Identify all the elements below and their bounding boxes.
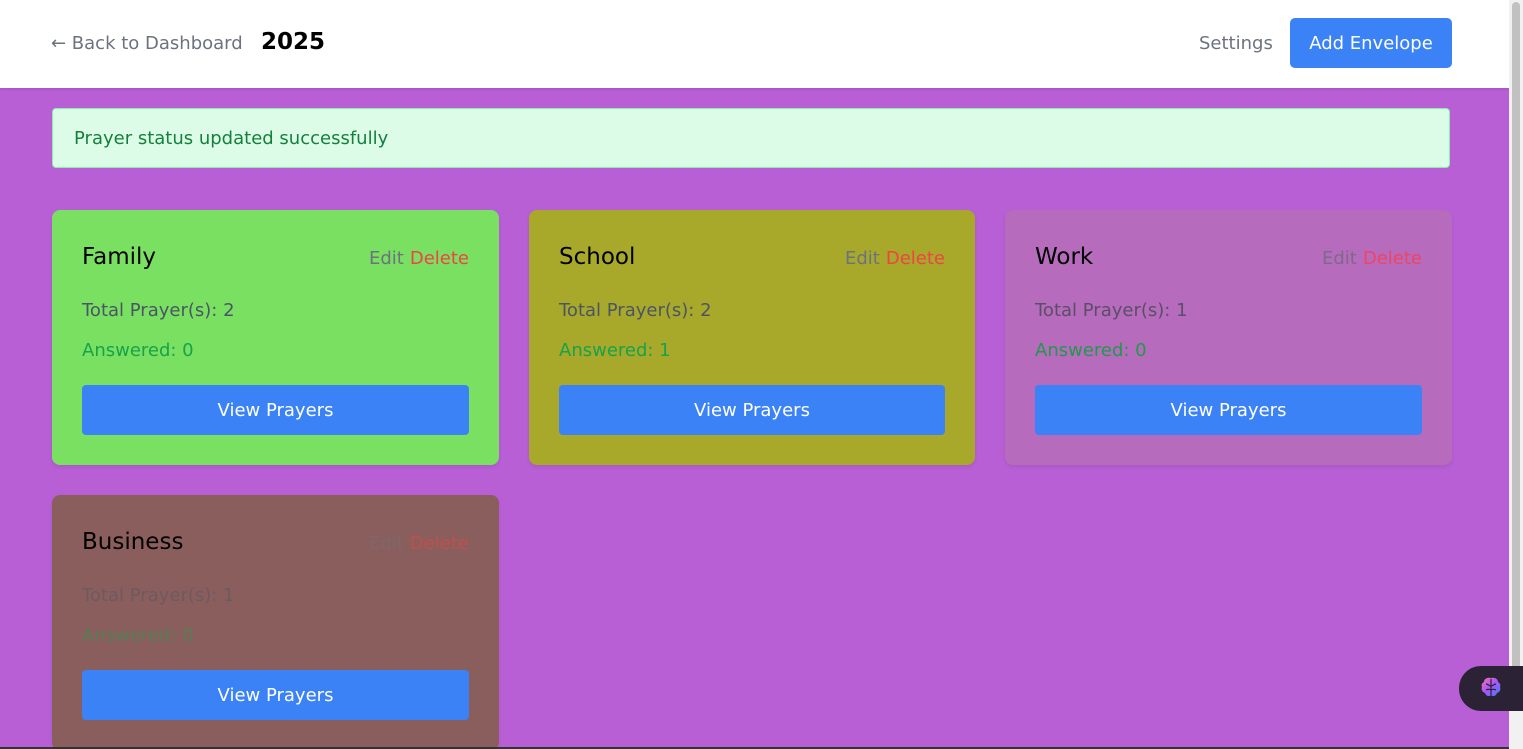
envelope-card-work: Work Edit Delete Total Prayer(s): 1 Answe… [1005, 210, 1452, 465]
envelope-actions: Edit Delete [369, 248, 469, 269]
edit-envelope-link[interactable]: Edit [369, 533, 404, 554]
view-prayers-button[interactable]: View Prayers [1035, 385, 1422, 435]
delete-envelope-link[interactable]: Delete [1363, 248, 1422, 269]
total-prayers-count: Total Prayer(s): 1 [1035, 300, 1188, 321]
brain-icon [1478, 674, 1504, 704]
edit-envelope-link[interactable]: Edit [845, 248, 880, 269]
answered-count: Answered: 0 [1035, 340, 1147, 361]
delete-envelope-link[interactable]: Delete [410, 248, 469, 269]
edit-envelope-link[interactable]: Edit [1322, 248, 1357, 269]
envelope-card-family: Family Edit Delete Total Prayer(s): 2 Ans… [52, 210, 499, 465]
envelope-card-school: School Edit Delete Total Prayer(s): 2 Ans… [529, 210, 975, 465]
envelope-title: Work [1035, 244, 1094, 270]
settings-link[interactable]: Settings [1199, 33, 1273, 54]
page-title: 2025 [261, 29, 326, 55]
envelope-card-business: Business Edit Delete Total Prayer(s): 1 A… [52, 495, 499, 749]
envelope-actions: Edit Delete [369, 533, 469, 554]
envelope-title: School [559, 244, 636, 270]
total-prayers-count: Total Prayer(s): 1 [82, 585, 235, 606]
assistant-floating-button[interactable] [1459, 666, 1523, 711]
success-alert: Prayer status updated successfully [52, 108, 1450, 168]
delete-envelope-link[interactable]: Delete [886, 248, 945, 269]
edit-envelope-link[interactable]: Edit [369, 248, 404, 269]
envelope-actions: Edit Delete [845, 248, 945, 269]
view-prayers-button[interactable]: View Prayers [82, 385, 469, 435]
total-prayers-count: Total Prayer(s): 2 [559, 300, 712, 321]
total-prayers-count: Total Prayer(s): 2 [82, 300, 235, 321]
envelope-actions: Edit Delete [1322, 248, 1422, 269]
back-to-dashboard-link[interactable]: ← Back to Dashboard [51, 33, 243, 54]
vertical-scrollbar[interactable] [1509, 0, 1523, 749]
envelope-title: Family [82, 244, 157, 270]
answered-count: Answered: 0 [82, 340, 194, 361]
view-prayers-button[interactable]: View Prayers [559, 385, 945, 435]
delete-envelope-link[interactable]: Delete [410, 533, 469, 554]
top-header: ← Back to Dashboard 2025 Settings Add En… [0, 0, 1509, 88]
answered-count: Answered: 0 [82, 625, 194, 646]
envelope-title: Business [82, 529, 184, 555]
add-envelope-button[interactable]: Add Envelope [1290, 18, 1452, 68]
answered-count: Answered: 1 [559, 340, 671, 361]
view-prayers-button[interactable]: View Prayers [82, 670, 469, 720]
scrollbar-thumb[interactable] [1512, 2, 1520, 692]
